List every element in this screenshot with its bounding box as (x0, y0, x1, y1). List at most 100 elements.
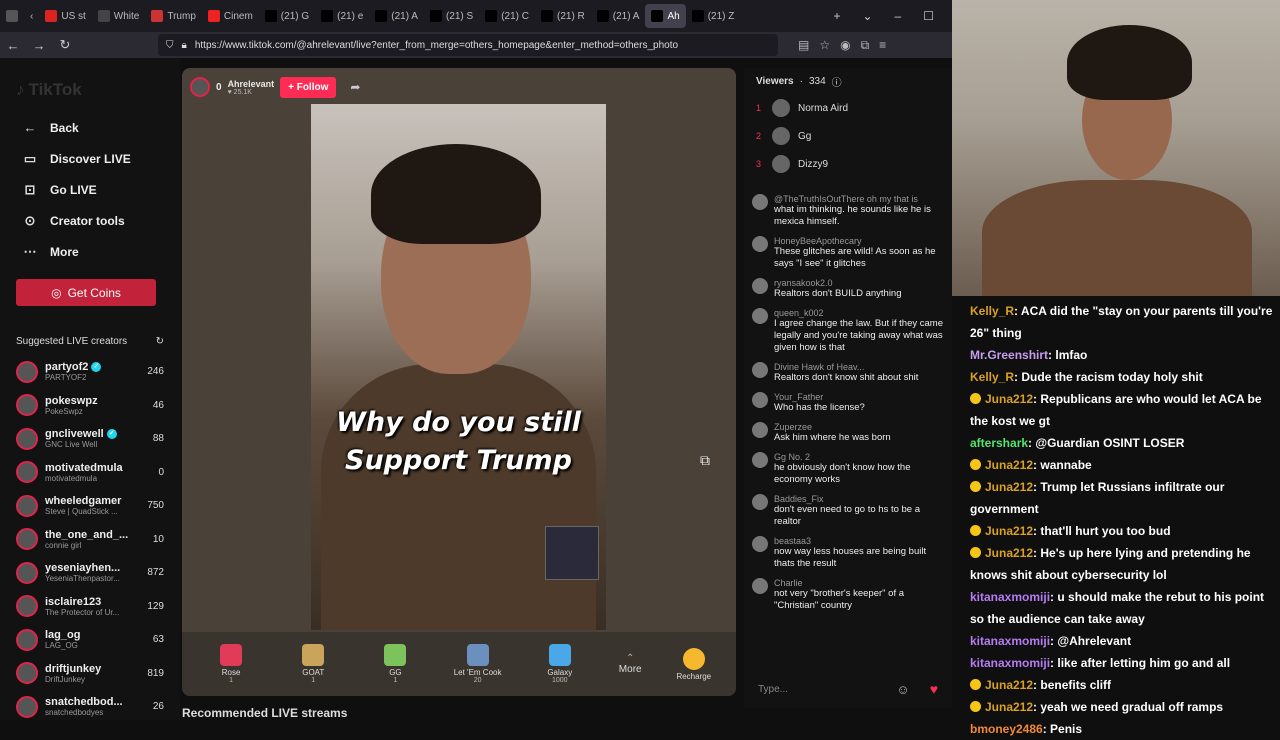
viewer-row[interactable]: 2 Gg (744, 122, 952, 150)
browser-tab[interactable]: Cinem (202, 4, 259, 28)
reader-view-icon[interactable]: ▤ (798, 38, 809, 53)
nav-item-creator-tools[interactable]: ⊙ Creator tools (16, 205, 164, 236)
gift-item[interactable]: GG 1 (354, 644, 436, 684)
extensions-icon[interactable]: ⧉ (861, 38, 870, 53)
exit-fullscreen-icon[interactable]: ⧉ (700, 452, 710, 469)
browser-tab[interactable]: US st (39, 4, 91, 28)
tab-list-icon[interactable]: ⌄ (862, 9, 872, 23)
recharge-button[interactable]: Recharge (660, 647, 728, 681)
bookmark-star-icon[interactable]: ☆ (819, 38, 830, 53)
chat-body: beastaa3 now way less houses are being bu… (774, 536, 946, 570)
emoji-icon[interactable]: ☺ (896, 682, 909, 697)
forward-arrow-icon[interactable]: → (26, 38, 52, 53)
new-tab-icon[interactable]: + (833, 9, 840, 23)
tab-overview-button[interactable] (0, 4, 24, 28)
browser-tab[interactable]: Trump (145, 4, 202, 28)
webcam-overlay (952, 0, 1280, 296)
back-arrow-icon[interactable]: ← (0, 38, 26, 53)
minimize-icon[interactable]: – (895, 9, 902, 23)
chat-username[interactable]: HoneyBeeApothecary (774, 236, 946, 246)
creator-row[interactable]: yeseniayhen... YeseniaThenpastor... 872 (16, 556, 164, 590)
tiktok-sidebar: ♪ TikTok ← Back ▭ Discover LIVE ⊡ Go LIVE ⊙ Cre… (0, 58, 180, 720)
tab-back-button[interactable]: ‹ (24, 4, 39, 28)
nav-item-more[interactable]: ⋯ More (16, 236, 164, 267)
chat-body: Zuperzee Ask him where he was born (774, 422, 891, 444)
live-stream-player[interactable]: 0 Ahrelevant ♥ 25.1K + Follow ➦ Why do y… (182, 68, 736, 696)
chat-username[interactable]: @TheTruthIsOutThere oh my that is (774, 194, 946, 204)
chat-username[interactable]: Your_Father (774, 392, 865, 402)
chat-username[interactable]: ryansakook2.0 (774, 278, 902, 288)
browser-tab[interactable]: (21) S (424, 4, 479, 28)
chat-username[interactable]: queen_k002 (774, 308, 946, 318)
creator-row[interactable]: wheeledgamer Steve | QuadStick ... 750 (16, 489, 164, 523)
browser-tab[interactable]: (21) A (369, 4, 424, 28)
creator-row[interactable]: pokeswpz PokeSwpz 46 (16, 389, 164, 423)
creator-row[interactable]: partyof2 ✓ PARTYOF2 246 (16, 355, 164, 389)
get-coins-button[interactable]: ◎ Get Coins (16, 279, 156, 306)
chat-input[interactable]: Type... ☺ ♥ (750, 676, 946, 702)
chat-username[interactable]: beastaa3 (774, 536, 946, 546)
heart-icon[interactable]: ♥ (930, 681, 938, 697)
share-icon[interactable]: ➦ (350, 80, 360, 94)
chat-avatar[interactable] (752, 494, 768, 510)
browser-tab[interactable]: White (92, 4, 146, 28)
browser-tab[interactable]: (21) C (479, 4, 535, 28)
address-bar[interactable]: ⛉ 🔒︎ https://www.tiktok.com/@ahrelevant/… (158, 34, 778, 56)
info-icon[interactable]: ⓘ (832, 74, 842, 89)
browser-tab[interactable]: (21) G (259, 4, 315, 28)
chat-avatar[interactable] (752, 422, 768, 438)
chat-username[interactable]: Charlie (774, 578, 946, 588)
chat-avatar[interactable] (752, 536, 768, 552)
host-name[interactable]: Ahrelevant (228, 79, 275, 89)
browser-tab[interactable]: (21) e (315, 4, 369, 28)
chat-username[interactable]: Baddies_Fix (774, 494, 946, 504)
browser-tab[interactable]: (21) A (591, 4, 646, 28)
tiktok-logo[interactable]: ♪ TikTok (16, 76, 164, 104)
back-link[interactable]: ← Back (16, 112, 164, 143)
twitch-username: Juna212 (985, 700, 1034, 714)
browser-tab[interactable]: (21) R (535, 4, 591, 28)
chat-avatar[interactable] (752, 362, 768, 378)
browser-tab[interactable]: (21) Z (686, 4, 741, 28)
host-avatar[interactable] (190, 77, 210, 97)
chat-username[interactable]: Divine Hawk of Heav... (774, 362, 918, 372)
maximize-icon[interactable]: ☐ (923, 9, 934, 23)
chat-username[interactable]: Gg No. 2 (774, 452, 946, 462)
browser-tab[interactable]: Ah (645, 4, 686, 28)
creator-row[interactable]: lag_og LAG_OG 63 (16, 623, 164, 657)
chat-avatar[interactable] (752, 308, 768, 324)
creator-row[interactable]: driftjunkey DriftJunkey 819 (16, 657, 164, 691)
creator-avatar (16, 394, 38, 417)
creator-row[interactable]: the_one_and_... connie girl 10 (16, 523, 164, 557)
menu-icon[interactable]: ≡ (879, 38, 886, 53)
account-icon[interactable]: ◉ (840, 38, 850, 53)
twitch-chat-line: kitanaxmomiji: @Ahrelevant (970, 630, 1280, 652)
twitch-chat-line: Kelly_R: ACA did the "stay on your paren… (970, 300, 1280, 344)
nav-item-discover-live[interactable]: ▭ Discover LIVE (16, 143, 164, 174)
refresh-icon[interactable]: ↻ (156, 336, 164, 347)
chat-avatar[interactable] (752, 236, 768, 252)
viewer-row[interactable]: 1 Norma Aird (744, 94, 952, 122)
reload-icon[interactable]: ↻ (52, 37, 78, 53)
viewer-row[interactable]: 3 Dizzy9 (744, 150, 952, 178)
nav-item-go-live[interactable]: ⊡ Go LIVE (16, 174, 164, 205)
chat-avatar[interactable] (752, 578, 768, 594)
follow-button[interactable]: + Follow (280, 76, 337, 98)
chat-username[interactable]: Zuperzee (774, 422, 891, 432)
creator-avatar (16, 628, 38, 651)
creator-row[interactable]: snatchedbod... snatchedbodyes 26 (16, 690, 164, 724)
twitch-username: Juna212 (985, 546, 1034, 560)
creator-row[interactable]: isclaire123 The Protector of Ur... 129 (16, 590, 164, 624)
chat-avatar[interactable] (752, 452, 768, 468)
more-gifts-button[interactable]: ⌃ More (601, 653, 660, 675)
chat-avatar[interactable] (752, 194, 768, 210)
chat-avatar[interactable] (752, 278, 768, 294)
gift-item[interactable]: GOAT 1 (272, 644, 354, 684)
gift-item[interactable]: Let 'Em Cook 20 (437, 644, 519, 684)
creator-subtitle: GNC Live Well (45, 440, 98, 450)
gift-item[interactable]: Rose 1 (190, 644, 272, 684)
gift-item[interactable]: Galaxy 1000 (519, 644, 601, 684)
chat-avatar[interactable] (752, 392, 768, 408)
creator-row[interactable]: motivatedmula motivatedmula 0 (16, 456, 164, 490)
creator-row[interactable]: gnclivewell ✓ GNC Live Well 88 (16, 422, 164, 456)
